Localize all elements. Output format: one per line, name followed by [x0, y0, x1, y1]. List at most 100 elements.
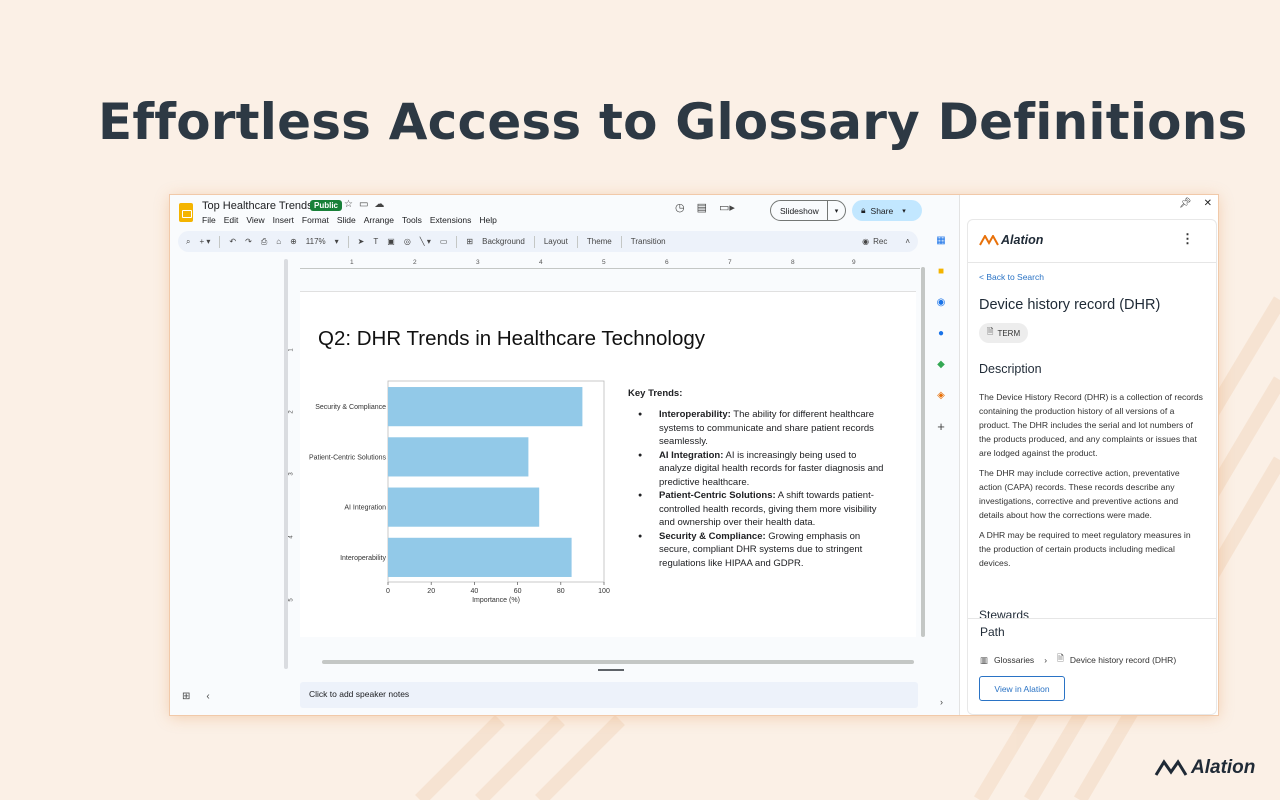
ruler-mark: 2	[288, 410, 295, 414]
keep-icon[interactable]: ■	[938, 266, 944, 278]
menu-slide[interactable]: Slide	[337, 215, 356, 225]
hero-title: Effortless Access to Glossary Definition…	[98, 93, 1248, 151]
category-label: Interoperability	[340, 555, 386, 562]
textbox-icon[interactable]: T	[373, 237, 378, 246]
side-panel-icons: ▦ ■ ◉ ● ◆ ◈ +	[930, 231, 952, 711]
tasks-icon[interactable]: ◉	[937, 297, 946, 309]
paint-format-icon[interactable]: ⌂	[276, 237, 281, 246]
select-icon[interactable]: ➤	[358, 237, 365, 246]
redo-icon[interactable]: ↷	[245, 237, 252, 246]
chevron-down-icon[interactable]: ▾	[827, 201, 845, 220]
maps-icon[interactable]: ◆	[937, 359, 945, 371]
description-paragraph: A DHR may be required to meet regulatory…	[979, 530, 1191, 568]
menu-edit[interactable]: Edit	[224, 215, 239, 225]
share-button[interactable]: 🔒︎ Share ▾	[852, 200, 922, 221]
zoom-icon[interactable]: ⊕	[290, 237, 297, 246]
glossary-icon: ▥	[980, 654, 989, 665]
breadcrumb-glossaries[interactable]: Glossaries	[994, 655, 1034, 665]
list-item: AI Integration: AI is increasingly being…	[638, 449, 888, 490]
more-options-icon[interactable]: ⋮	[1181, 231, 1194, 247]
menu-file[interactable]: File	[202, 215, 216, 225]
slide-canvas[interactable]: Q2: DHR Trends in Healthcare Technology …	[300, 291, 916, 637]
alation-addon-icon[interactable]: ◈	[937, 390, 945, 402]
x-axis-label: Importance (%)	[472, 597, 520, 604]
theme-button[interactable]: Theme	[587, 237, 612, 246]
contacts-icon[interactable]: ●	[938, 328, 944, 340]
alation-logo: Alation	[979, 233, 1043, 247]
doc-title[interactable]: Top Healthcare Trends	[202, 200, 313, 212]
chevron-left-icon[interactable]: ‹	[206, 691, 209, 702]
ruler-mark: 5	[288, 598, 295, 602]
pin-icon[interactable]: 📌︎	[1179, 198, 1192, 209]
line-icon[interactable]: ╲ ▾	[420, 237, 431, 246]
comment-icon[interactable]: ▤	[697, 201, 707, 214]
ruler-mark: 5	[602, 259, 606, 266]
category-label: AI Integration	[344, 505, 386, 512]
divider	[968, 262, 1216, 263]
google-slides: Top Healthcare Trends Public ☆ ▭ ☁ File …	[170, 195, 959, 715]
bar-chart[interactable]: Security & Compliance Patient-Centric Sol…	[300, 377, 620, 607]
chevron-up-icon[interactable]: ˄	[905, 237, 910, 246]
search-menus-icon[interactable]: ⌕	[186, 237, 190, 247]
chevron-down-icon[interactable]: ▾	[902, 207, 906, 215]
shape-icon[interactable]: ◎	[404, 237, 411, 246]
print-icon[interactable]: ⎙	[261, 237, 267, 247]
slide-title[interactable]: Q2: DHR Trends in Healthcare Technology	[318, 327, 705, 351]
ruler-mark: 7	[728, 259, 732, 266]
transition-button[interactable]: Transition	[631, 237, 666, 246]
menu-extensions[interactable]: Extensions	[430, 215, 472, 225]
chevron-right-icon: ›	[1044, 655, 1048, 665]
star-icon[interactable]: ☆	[344, 199, 353, 210]
undo-icon[interactable]: ↶	[229, 237, 236, 246]
menu-insert[interactable]: Insert	[273, 215, 294, 225]
trend-term: Patient-Centric Solutions:	[659, 490, 776, 501]
comment-add-icon[interactable]: ⊞	[466, 237, 473, 246]
path-title: Path	[980, 625, 1005, 639]
back-to-search-link[interactable]: < Back to Search	[979, 272, 1044, 282]
menu-help[interactable]: Help	[479, 215, 496, 225]
chevron-down-icon[interactable]: ▾	[335, 237, 339, 246]
add-addon-icon[interactable]: +	[937, 420, 945, 433]
notes-resize-handle[interactable]	[598, 669, 624, 671]
term-badge-label: TERM	[997, 328, 1021, 338]
x-tick-label: 20	[427, 588, 435, 595]
chart-bar	[388, 387, 583, 427]
view-in-alation-button[interactable]: View in Alation	[979, 676, 1065, 701]
image-icon[interactable]: ▣	[387, 237, 395, 246]
description-body: The Device History Record (DHR) is a col…	[979, 390, 1204, 576]
video-icon[interactable]: ▭	[440, 237, 448, 246]
zoom-level[interactable]: 117%	[306, 237, 326, 246]
cloud-icon[interactable]: ☁	[374, 199, 384, 210]
toolbar: ⌕ + ▾ ↶ ↷ ⎙ ⌂ ⊕ 117% ▾ ➤ T ▣ ◎ ╲ ▾ ▭ ⊞ B…	[178, 231, 918, 252]
video-call-icon[interactable]: ▭▸	[719, 201, 735, 214]
slideshow-label: Slideshow	[780, 205, 819, 216]
grid-view-icon[interactable]: ⊞	[182, 691, 190, 702]
browser-window: Top Healthcare Trends Public ☆ ▭ ☁ File …	[170, 195, 1218, 715]
menu-arrange[interactable]: Arrange	[364, 215, 394, 225]
trends-list[interactable]: Interoperability: The ability for differ…	[638, 408, 888, 570]
ruler-mark: 4	[288, 535, 295, 539]
speaker-notes[interactable]: Click to add speaker notes	[300, 682, 918, 708]
calendar-icon[interactable]: ▦	[936, 235, 945, 247]
folder-icon[interactable]: ▭	[359, 199, 368, 210]
vertical-scrollbar[interactable]	[921, 267, 925, 637]
history-icon[interactable]: ◷	[675, 201, 685, 214]
slides-logo-icon[interactable]	[179, 203, 193, 222]
background-button[interactable]: Background	[482, 237, 525, 246]
layout-button[interactable]: Layout	[544, 237, 568, 246]
menu-view[interactable]: View	[246, 215, 264, 225]
menu-format[interactable]: Format	[302, 215, 329, 225]
horizontal-scrollbar[interactable]	[322, 660, 914, 664]
close-icon[interactable]: ✕	[1204, 198, 1212, 209]
new-slide-icon[interactable]: + ▾	[199, 237, 210, 246]
breadcrumb-term[interactable]: Device history record (DHR)	[1070, 655, 1176, 665]
path-section: Path ▥ Glossaries › 🗎︎ Device history re…	[968, 618, 1216, 714]
rec-button[interactable]: ◉ Rec ˄	[862, 237, 910, 246]
menu-tools[interactable]: Tools	[402, 215, 422, 225]
toolbar-divider	[576, 235, 578, 248]
chevron-right-icon[interactable]: ›	[940, 697, 943, 707]
slideshow-button[interactable]: Slideshow ▾	[770, 200, 846, 221]
key-trends-title[interactable]: Key Trends:	[628, 388, 682, 399]
menubar: File Edit View Insert Format Slide Arran…	[202, 215, 497, 225]
list-item: Security & Compliance: Growing emphasis …	[638, 530, 888, 571]
